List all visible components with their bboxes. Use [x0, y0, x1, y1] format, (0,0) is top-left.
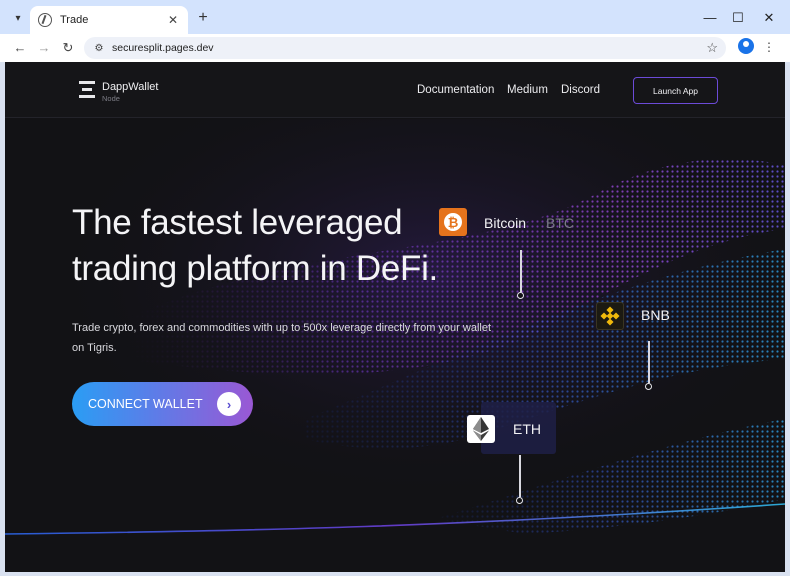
bnb-connector-dot — [645, 383, 652, 390]
bookmark-star-icon[interactable]: ☆ — [706, 40, 718, 56]
headline-line-2: trading platform in DeFi. — [72, 249, 438, 288]
bitcoin-icon: ₿ — [439, 208, 467, 236]
browser-toolbar: ← → ↻ ⚙ securesplit.pages.dev ☆ — [0, 34, 790, 62]
headline-line-1: The fastest leveraged — [72, 203, 403, 242]
reload-icon[interactable]: ↻ — [59, 39, 77, 57]
connect-wallet-button[interactable]: CONNECT WALLET › — [72, 382, 253, 426]
bitcoin-label: Bitcoin — [484, 215, 527, 231]
tab-close-icon[interactable]: ✕ — [166, 13, 180, 27]
close-window-button[interactable]: ✕ — [756, 8, 782, 28]
url-text[interactable]: securesplit.pages.dev — [112, 42, 706, 54]
favicon-icon — [38, 13, 52, 27]
brand-subtitle: Node — [102, 94, 120, 103]
eth-label: ETH — [513, 421, 541, 437]
profile-avatar-icon[interactable] — [738, 38, 754, 54]
ethereum-icon — [467, 415, 495, 443]
browser-menu-icon[interactable]: ⋮ — [762, 40, 776, 54]
eth-connector-dot — [516, 497, 523, 504]
tab-title: Trade — [60, 14, 89, 26]
chevron-right-icon: › — [217, 392, 241, 416]
address-bar[interactable]: ⚙ securesplit.pages.dev ☆ — [84, 37, 726, 59]
bitcoin-ticker: BTC — [546, 215, 574, 231]
site-info-icon[interactable]: ⚙ — [92, 41, 106, 55]
eth-connector-line — [519, 455, 521, 497]
hero-subtext: Trade crypto, forex and commodities with… — [72, 322, 491, 354]
connect-wallet-label: CONNECT WALLET — [88, 397, 203, 411]
btc-connector-line — [520, 250, 522, 292]
dappwallet-logo-icon[interactable] — [79, 80, 95, 98]
bnb-icon — [596, 302, 624, 330]
nav-documentation[interactable]: Documentation — [417, 84, 494, 96]
brand-name[interactable]: DappWallet — [102, 81, 158, 93]
launch-app-button[interactable]: Launch App — [633, 77, 718, 104]
site-header: DappWallet Node Documentation Medium Dis… — [5, 62, 785, 118]
bnb-label: BNB — [641, 307, 670, 323]
nav-medium[interactable]: Medium — [507, 84, 548, 96]
back-arrow-icon[interactable]: ← — [11, 39, 29, 57]
maximize-button[interactable]: ☐ — [725, 8, 751, 28]
minimize-button[interactable]: — — [697, 8, 723, 28]
forward-arrow-icon[interactable]: → — [35, 39, 53, 57]
tab-search-chevron-icon[interactable]: ▾ — [8, 8, 28, 28]
tab-trade[interactable]: Trade ✕ — [30, 6, 188, 34]
browser-window: ▾ Trade ✕ + — ☐ ✕ ← → ↻ ⚙ securesplit.pa… — [0, 0, 790, 576]
nav-discord[interactable]: Discord — [561, 84, 600, 96]
new-tab-button[interactable]: + — [194, 9, 212, 27]
hero-headline: The fastest leveraged trading platform i… — [72, 200, 492, 292]
btc-connector-dot — [517, 292, 524, 299]
tab-strip: ▾ Trade ✕ + — ☐ ✕ — [0, 0, 790, 34]
web-page: DappWallet Node Documentation Medium Dis… — [5, 62, 785, 572]
bnb-connector-line — [648, 341, 650, 383]
